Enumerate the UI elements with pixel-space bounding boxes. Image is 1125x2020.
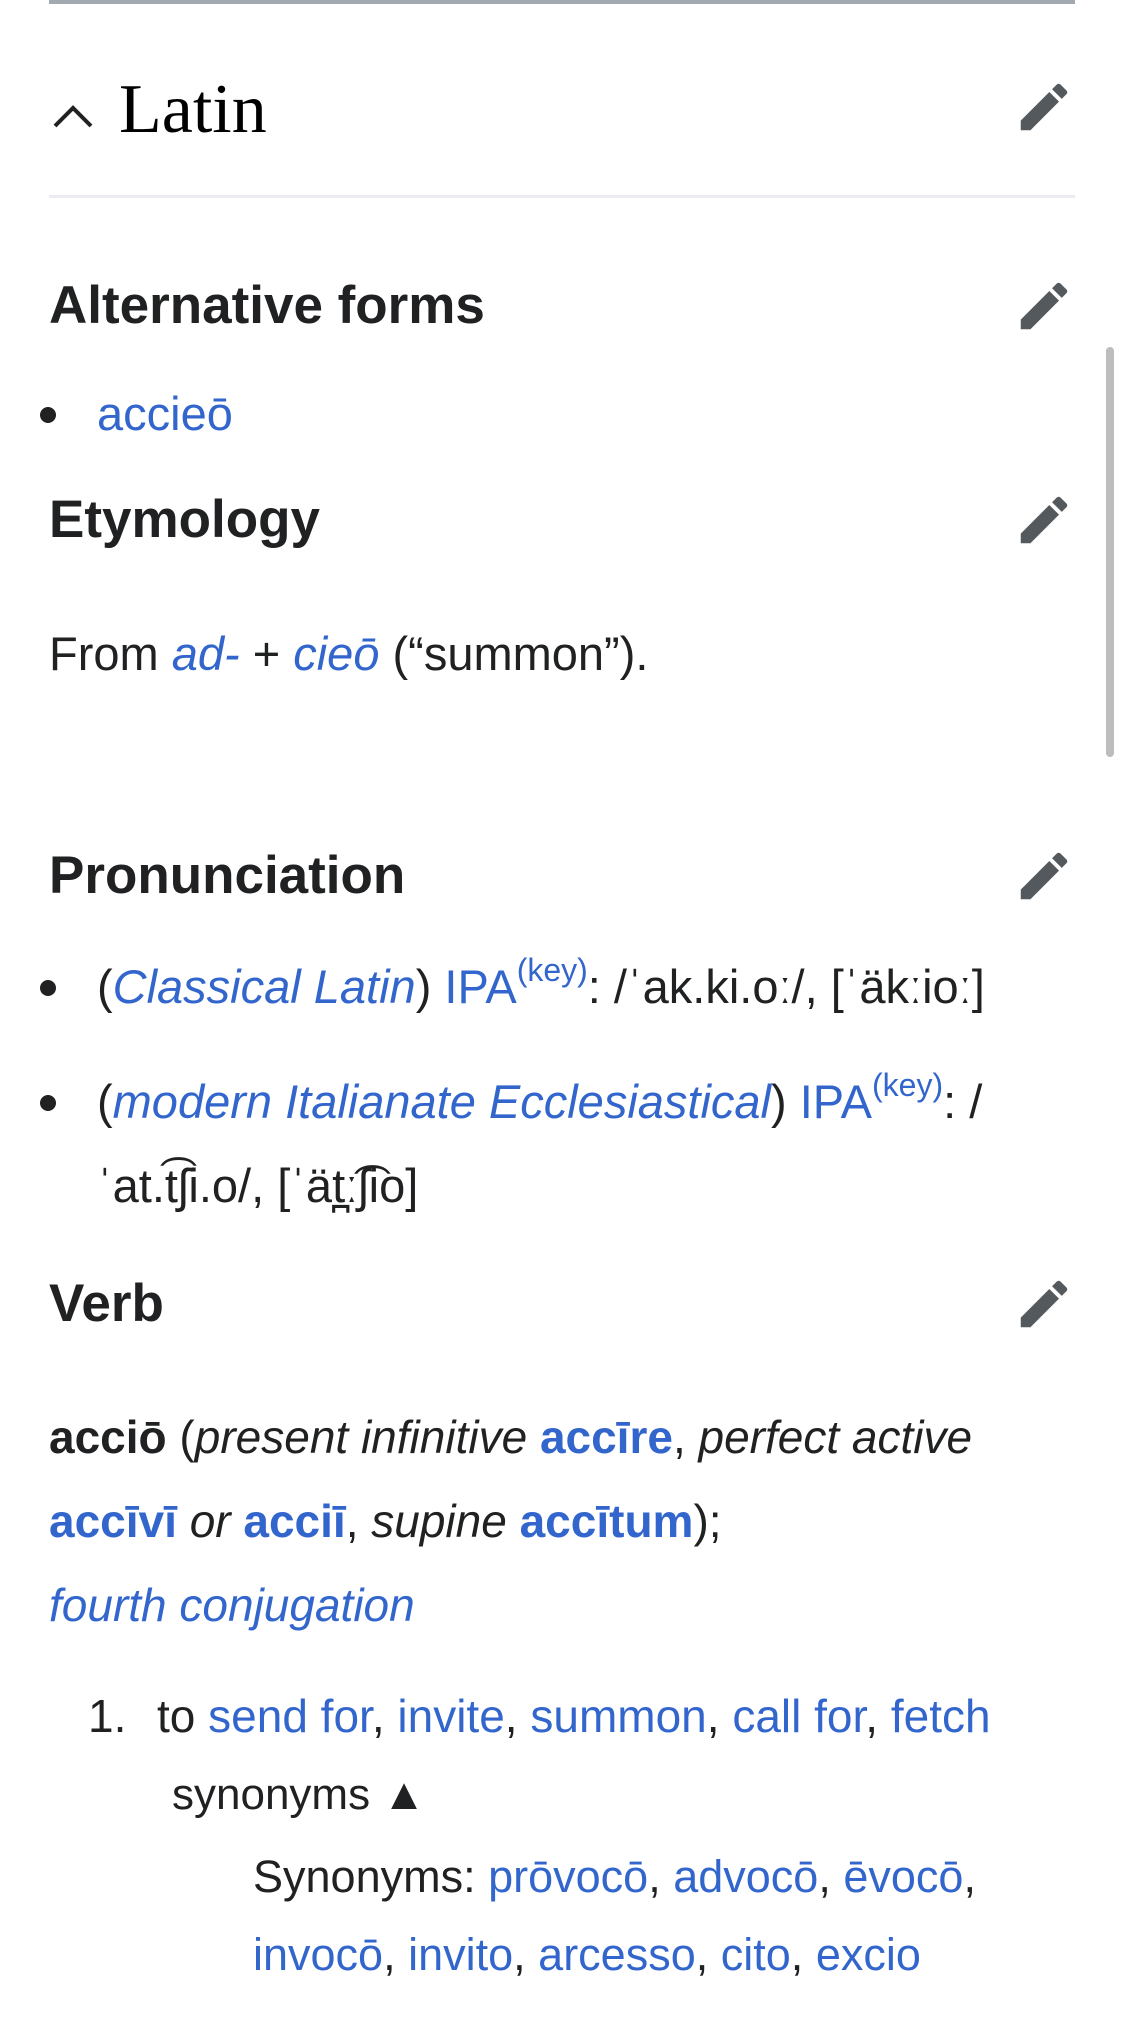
alt-form-link[interactable]: accieō bbox=[97, 387, 233, 440]
synonym-link[interactable]: prōvocō bbox=[488, 1851, 648, 1902]
gloss-link[interactable]: fetch bbox=[891, 1690, 991, 1742]
cieo-link[interactable]: cieō bbox=[293, 627, 379, 680]
lemma: acciō bbox=[49, 1411, 167, 1463]
ad-link[interactable]: ad- bbox=[172, 627, 240, 680]
pencil-icon bbox=[1020, 852, 1068, 900]
sense-definition: to send for, invite, summon, call for, f… bbox=[157, 1690, 991, 1742]
pronunciation-section: Pronunciation bbox=[49, 840, 1075, 912]
pencil-icon bbox=[1020, 1280, 1068, 1328]
ipa-link[interactable]: IPA bbox=[444, 960, 516, 1013]
edit-verb-button[interactable] bbox=[1013, 1273, 1075, 1335]
chevron-up-icon[interactable] bbox=[49, 92, 97, 140]
bullet bbox=[40, 407, 56, 423]
edit-language-button[interactable] bbox=[1013, 76, 1075, 138]
synonym-link[interactable]: invocō bbox=[253, 1929, 383, 1980]
alternative-forms-section: Alternative forms bbox=[49, 270, 1075, 342]
synonym-link[interactable]: ēvocō bbox=[843, 1851, 963, 1902]
gloss-link[interactable]: invite bbox=[397, 1690, 504, 1742]
ipa-key-link[interactable]: (key) bbox=[517, 952, 588, 988]
accent-link[interactable]: Classical Latin bbox=[113, 960, 416, 1013]
bullet bbox=[40, 980, 56, 996]
top-divider bbox=[49, 0, 1075, 4]
language-section-header[interactable]: Latin bbox=[49, 62, 1075, 198]
synonyms-toggle[interactable]: synonyms ▲ bbox=[172, 1759, 426, 1831]
synonyms-list: Synonyms: prōvocō, advocō, ēvocō, invocō… bbox=[253, 1851, 976, 1980]
supine-link[interactable]: accītum bbox=[520, 1495, 694, 1547]
synonym-link[interactable]: invito bbox=[408, 1929, 513, 1980]
pencil-icon bbox=[1020, 282, 1068, 330]
verb-headword-line: acciō (present infinitive accīre, perfec… bbox=[49, 1411, 973, 1631]
edit-pronunciation-button[interactable] bbox=[1013, 845, 1075, 907]
synonyms-label: Synonyms: bbox=[253, 1851, 476, 1902]
synonym-link[interactable]: excio bbox=[816, 1929, 921, 1980]
accent-link[interactable]: modern Italianate Ecclesiastical bbox=[113, 1075, 771, 1128]
gloss-link[interactable]: summon bbox=[530, 1690, 706, 1742]
etymology-section: Etymology bbox=[49, 484, 1075, 556]
ipa-transcription: : /ˈak.ki.oː/, [ˈäkːioː] bbox=[587, 960, 985, 1013]
gloss-link[interactable]: send for bbox=[208, 1690, 372, 1742]
verb-heading: Verb bbox=[49, 1274, 164, 1333]
etymology-heading: Etymology bbox=[49, 490, 320, 549]
etymology-text: From ad- + cieō (“summon”). bbox=[49, 627, 649, 680]
perfect-active-link[interactable]: accīvī bbox=[49, 1495, 177, 1547]
synonym-link[interactable]: cito bbox=[721, 1929, 791, 1980]
verb-section: Verb bbox=[49, 1268, 1075, 1340]
present-infinitive-link[interactable]: accīre bbox=[540, 1411, 673, 1463]
edit-alternative-forms-button[interactable] bbox=[1013, 275, 1075, 337]
conjugation-link[interactable]: fourth conjugation bbox=[49, 1579, 415, 1631]
pronunciation-item: (modern Italianate Ecclesiastical) IPA(k… bbox=[97, 1067, 983, 1212]
sense-number: 1. bbox=[88, 1690, 127, 1742]
pronunciation-item: (Classical Latin) IPA(key): /ˈak.ki.oː/,… bbox=[97, 952, 985, 1013]
bullet bbox=[40, 1095, 56, 1111]
alternative-forms-heading: Alternative forms bbox=[49, 276, 485, 335]
gloss-link[interactable]: call for bbox=[732, 1690, 865, 1742]
pronunciation-heading: Pronunciation bbox=[49, 846, 406, 905]
ipa-key-link[interactable]: (key) bbox=[872, 1067, 943, 1103]
list-item: accieō bbox=[97, 372, 1087, 456]
pencil-icon bbox=[1020, 496, 1068, 544]
edit-etymology-button[interactable] bbox=[1013, 489, 1075, 551]
ipa-link[interactable]: IPA bbox=[800, 1075, 872, 1128]
synonym-link[interactable]: advocō bbox=[673, 1851, 818, 1902]
pencil-icon bbox=[1020, 83, 1068, 131]
perfect-active-alt-link[interactable]: acciī bbox=[243, 1495, 345, 1547]
scrollbar[interactable] bbox=[1106, 347, 1114, 757]
language-title: Latin bbox=[119, 71, 267, 148]
synonym-link[interactable]: arcesso bbox=[538, 1929, 696, 1980]
